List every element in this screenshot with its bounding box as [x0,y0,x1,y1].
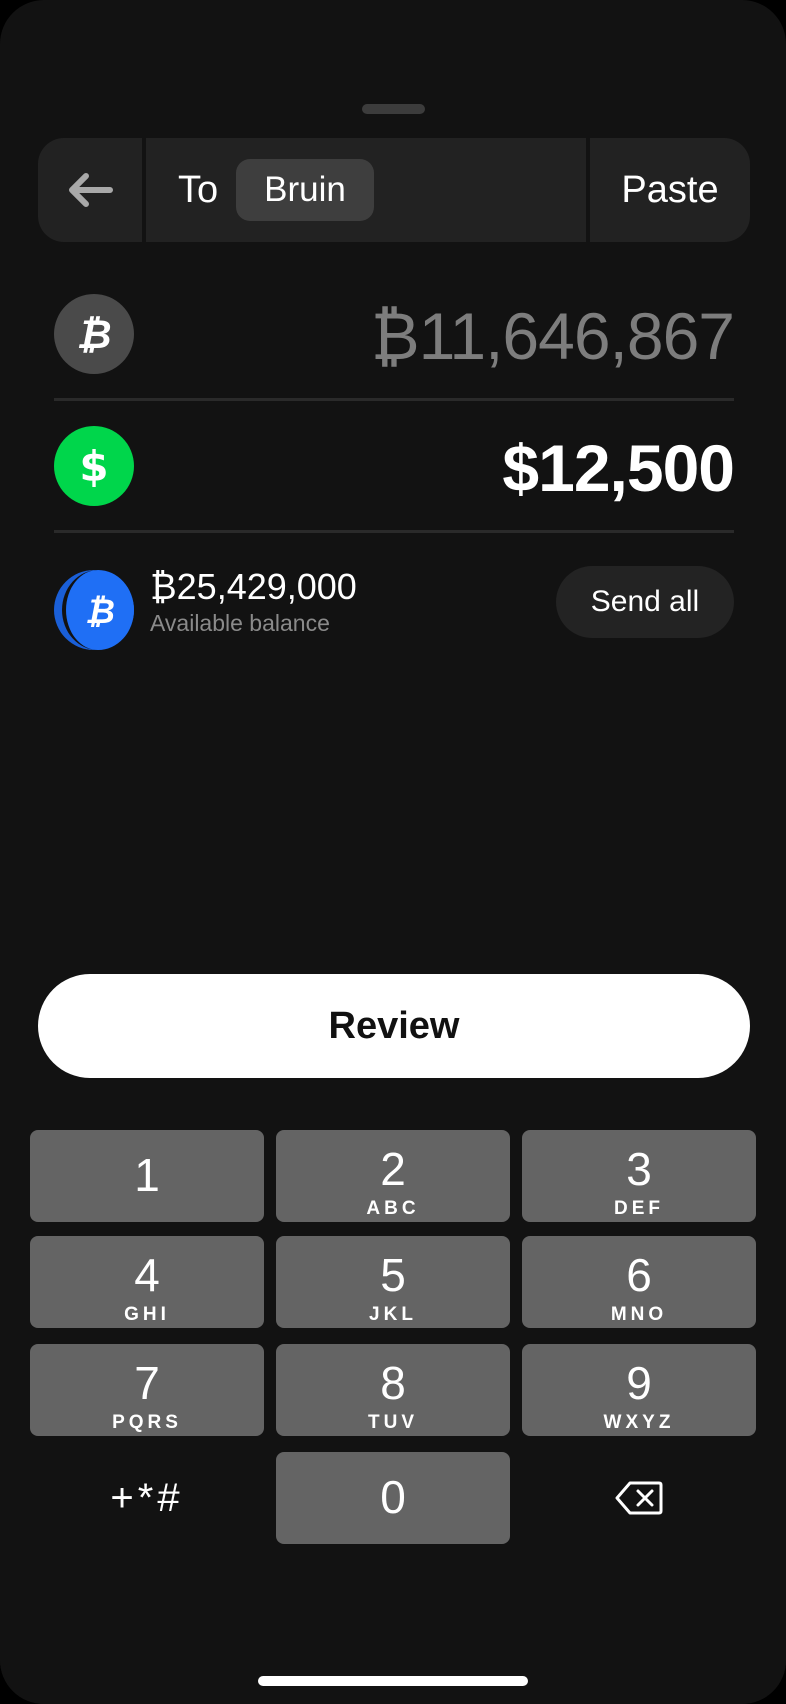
key-digit: 0 [380,1471,406,1523]
recipient-bar: To Bruin Paste [38,138,750,242]
key-letters: DEF [614,1198,664,1219]
backspace-button[interactable] [522,1452,756,1544]
key-digit: 6 [626,1249,652,1301]
divider [54,398,734,401]
key-6[interactable]: 6 MNO [522,1236,756,1328]
svg-text:₿: ₿ [76,312,111,357]
numeric-keypad: 1 2 ABC 3 DEF 4 GHI 5 JKL 6 MNO 7 PQRS 8… [0,1118,786,1704]
review-button[interactable]: Review [38,974,750,1078]
key-1[interactable]: 1 [30,1130,264,1222]
key-letters: PQRS [112,1412,182,1433]
usd-amount-row[interactable]: $ $12,500 [54,426,735,506]
key-letters: MNO [610,1304,668,1325]
symbols-label: +*# [110,1475,184,1520]
paste-button[interactable]: Paste [590,138,750,242]
key-letters: TUV [368,1412,418,1433]
key-letters: WXYZ [603,1412,675,1433]
key-3[interactable]: 3 DEF [522,1130,756,1222]
svg-text:$: $ [79,443,108,489]
bitcoin-balance-icon: ₿ [62,570,134,650]
btc-amount: ₿11,646,867 [370,299,735,373]
key-digit: 9 [626,1357,652,1409]
send-bitcoin-screen: To Bruin Paste ₿ ₿11,646,867 $ $12,500 ₿… [0,0,786,1704]
symbols-key[interactable]: +*# [30,1452,264,1544]
back-button[interactable] [38,138,142,242]
send-all-button[interactable]: Send all [556,566,734,638]
available-balance-amount: ₿25,429,000 [150,566,357,607]
key-digit: 5 [380,1249,406,1301]
to-label: To [178,168,219,211]
recipient-chip[interactable]: Bruin [236,159,374,221]
key-digit: 3 [626,1143,652,1195]
svg-text:₿: ₿ [85,592,115,630]
key-0[interactable]: 0 [276,1452,510,1544]
key-digit: 8 [380,1357,406,1409]
key-digit: 4 [134,1249,160,1301]
key-letters: JKL [369,1304,417,1325]
bitcoin-icon: ₿ [54,294,134,374]
sheet-handle[interactable] [362,104,425,114]
key-letters: GHI [124,1304,170,1325]
key-7[interactable]: 7 PQRS [30,1344,264,1436]
key-9[interactable]: 9 WXYZ [522,1344,756,1436]
key-letters: ABC [366,1198,420,1219]
divider [54,530,734,533]
usd-amount: $12,500 [502,431,735,505]
key-4[interactable]: 4 GHI [30,1236,264,1328]
home-indicator[interactable] [258,1676,528,1686]
btc-amount-row[interactable]: ₿ ₿11,646,867 [54,294,735,374]
backspace-icon [615,1481,663,1515]
available-balance-label: Available balance [150,610,330,636]
recipient-field[interactable]: To Bruin [146,138,586,242]
dollar-icon: $ [54,426,134,506]
key-8[interactable]: 8 TUV [276,1344,510,1436]
key-2[interactable]: 2 ABC [276,1130,510,1222]
key-digit: 1 [134,1149,160,1201]
key-5[interactable]: 5 JKL [276,1236,510,1328]
key-digit: 7 [134,1357,160,1409]
key-digit: 2 [380,1143,406,1195]
back-arrow-icon [69,173,113,207]
